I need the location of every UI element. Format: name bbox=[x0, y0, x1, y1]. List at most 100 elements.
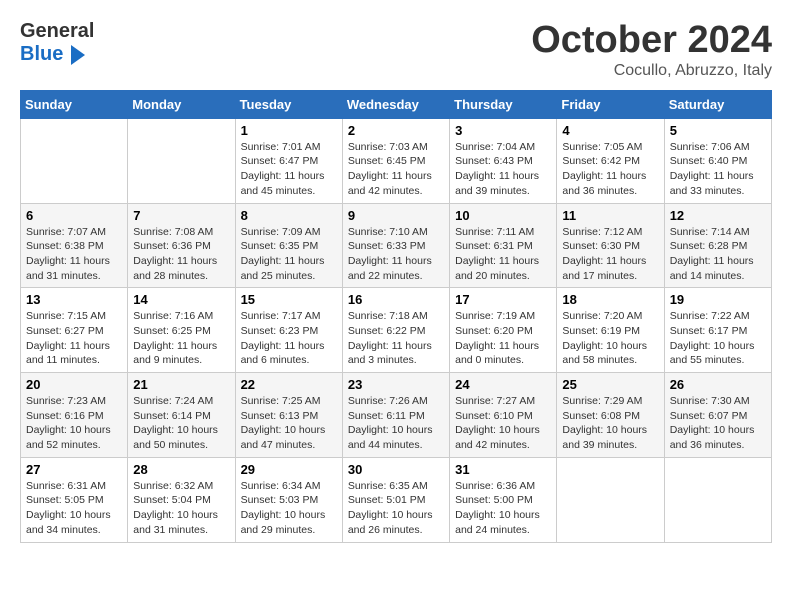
calendar-cell bbox=[21, 118, 128, 203]
location: Cocullo, Abruzzo, Italy bbox=[531, 62, 772, 80]
calendar-cell: 16 Sunrise: 7:18 AM Sunset: 6:22 PM Dayli… bbox=[342, 288, 449, 373]
day-number: 7 bbox=[133, 208, 229, 223]
day-number: 28 bbox=[133, 462, 229, 477]
calendar-cell: 9Sunrise: 7:10 AM Sunset: 6:33 PM Daylig… bbox=[342, 203, 449, 288]
calendar-cell: 4 Sunrise: 7:05 AM Sunset: 6:42 PM Daylig… bbox=[557, 118, 664, 203]
week-row-3: 13 Sunrise: 7:15 AM Sunset: 6:27 PM Dayli… bbox=[21, 288, 772, 373]
day-info: Sunrise: 6:34 AM Sunset: 5:03 PM Dayligh… bbox=[241, 479, 337, 538]
calendar-cell: 10 Sunrise: 7:11 AM Sunset: 6:31 PM Dayli… bbox=[450, 203, 557, 288]
logo-arrow-icon bbox=[71, 45, 85, 65]
day-info: Sunrise: 7:18 AM Sunset: 6:22 PM Dayligh… bbox=[348, 309, 444, 368]
calendar-cell: 20 Sunrise: 7:23 AM Sunset: 6:16 PM Dayli… bbox=[21, 373, 128, 458]
day-number: 4 bbox=[562, 123, 658, 138]
day-info: Sunrise: 7:29 AM Sunset: 6:08 PM Dayligh… bbox=[562, 394, 658, 453]
logo-top: General bbox=[20, 20, 94, 43]
day-number: 22 bbox=[241, 377, 337, 392]
calendar-cell: 17 Sunrise: 7:19 AM Sunset: 6:20 PM Dayli… bbox=[450, 288, 557, 373]
week-row-4: 20 Sunrise: 7:23 AM Sunset: 6:16 PM Dayli… bbox=[21, 373, 772, 458]
calendar-cell: 24 Sunrise: 7:27 AM Sunset: 6:10 PM Dayli… bbox=[450, 373, 557, 458]
day-number: 19 bbox=[670, 292, 766, 307]
calendar-cell: 12Sunrise: 7:14 AM Sunset: 6:28 PM Dayli… bbox=[664, 203, 771, 288]
page-header: General Blue October 2024 Cocullo, Abruz… bbox=[20, 20, 772, 80]
month-title: October 2024 bbox=[531, 20, 772, 62]
day-info: Sunrise: 7:17 AM Sunset: 6:23 PM Dayligh… bbox=[241, 309, 337, 368]
day-info: Sunrise: 7:05 AM Sunset: 6:42 PM Dayligh… bbox=[562, 140, 658, 199]
week-row-2: 6 Sunrise: 7:07 AM Sunset: 6:38 PM Daylig… bbox=[21, 203, 772, 288]
day-info: Sunrise: 7:15 AM Sunset: 6:27 PM Dayligh… bbox=[26, 309, 122, 368]
calendar-cell: 28 Sunrise: 6:32 AM Sunset: 5:04 PM Dayli… bbox=[128, 457, 235, 542]
day-number: 20 bbox=[26, 377, 122, 392]
day-number: 1 bbox=[241, 123, 337, 138]
day-number: 6 bbox=[26, 208, 122, 223]
calendar-cell bbox=[557, 457, 664, 542]
day-info: Sunrise: 7:16 AM Sunset: 6:25 PM Dayligh… bbox=[133, 309, 229, 368]
calendar-cell: 22 Sunrise: 7:25 AM Sunset: 6:13 PM Dayli… bbox=[235, 373, 342, 458]
week-row-1: 1 Sunrise: 7:01 AM Sunset: 6:47 PM Daylig… bbox=[21, 118, 772, 203]
day-number: 17 bbox=[455, 292, 551, 307]
day-info: Sunrise: 7:20 AM Sunset: 6:19 PM Dayligh… bbox=[562, 309, 658, 368]
day-number: 21 bbox=[133, 377, 229, 392]
day-number: 13 bbox=[26, 292, 122, 307]
calendar-cell: 14 Sunrise: 7:16 AM Sunset: 6:25 PM Dayli… bbox=[128, 288, 235, 373]
calendar-cell: 5Sunrise: 7:06 AM Sunset: 6:40 PM Daylig… bbox=[664, 118, 771, 203]
day-info: Sunrise: 7:10 AM Sunset: 6:33 PM Dayligh… bbox=[348, 225, 444, 284]
calendar-cell: 31 Sunrise: 6:36 AM Sunset: 5:00 PM Dayli… bbox=[450, 457, 557, 542]
day-number: 31 bbox=[455, 462, 551, 477]
day-number: 26 bbox=[670, 377, 766, 392]
calendar-cell: 30 Sunrise: 6:35 AM Sunset: 5:01 PM Dayli… bbox=[342, 457, 449, 542]
calendar-cell: 25 Sunrise: 7:29 AM Sunset: 6:08 PM Dayli… bbox=[557, 373, 664, 458]
day-info: Sunrise: 6:36 AM Sunset: 5:00 PM Dayligh… bbox=[455, 479, 551, 538]
calendar-table: SundayMondayTuesdayWednesdayThursdayFrid… bbox=[20, 90, 772, 543]
weekday-tuesday: Tuesday bbox=[235, 90, 342, 118]
logo: General Blue bbox=[20, 20, 94, 66]
calendar-cell: 6 Sunrise: 7:07 AM Sunset: 6:38 PM Daylig… bbox=[21, 203, 128, 288]
day-info: Sunrise: 7:23 AM Sunset: 6:16 PM Dayligh… bbox=[26, 394, 122, 453]
calendar-cell: 19Sunrise: 7:22 AM Sunset: 6:17 PM Dayli… bbox=[664, 288, 771, 373]
day-info: Sunrise: 7:19 AM Sunset: 6:20 PM Dayligh… bbox=[455, 309, 551, 368]
day-number: 8 bbox=[241, 208, 337, 223]
weekday-wednesday: Wednesday bbox=[342, 90, 449, 118]
day-info: Sunrise: 7:01 AM Sunset: 6:47 PM Dayligh… bbox=[241, 140, 337, 199]
day-info: Sunrise: 7:04 AM Sunset: 6:43 PM Dayligh… bbox=[455, 140, 551, 199]
weekday-saturday: Saturday bbox=[664, 90, 771, 118]
day-number: 3 bbox=[455, 123, 551, 138]
day-info: Sunrise: 7:08 AM Sunset: 6:36 PM Dayligh… bbox=[133, 225, 229, 284]
day-number: 18 bbox=[562, 292, 658, 307]
calendar-cell: 11Sunrise: 7:12 AM Sunset: 6:30 PM Dayli… bbox=[557, 203, 664, 288]
calendar-cell: 1 Sunrise: 7:01 AM Sunset: 6:47 PM Daylig… bbox=[235, 118, 342, 203]
day-info: Sunrise: 7:25 AM Sunset: 6:13 PM Dayligh… bbox=[241, 394, 337, 453]
day-number: 2 bbox=[348, 123, 444, 138]
weekday-monday: Monday bbox=[128, 90, 235, 118]
day-info: Sunrise: 7:11 AM Sunset: 6:31 PM Dayligh… bbox=[455, 225, 551, 284]
day-number: 23 bbox=[348, 377, 444, 392]
day-info: Sunrise: 7:27 AM Sunset: 6:10 PM Dayligh… bbox=[455, 394, 551, 453]
calendar-cell: 2Sunrise: 7:03 AM Sunset: 6:45 PM Daylig… bbox=[342, 118, 449, 203]
day-info: Sunrise: 7:30 AM Sunset: 6:07 PM Dayligh… bbox=[670, 394, 766, 453]
day-info: Sunrise: 6:31 AM Sunset: 5:05 PM Dayligh… bbox=[26, 479, 122, 538]
day-info: Sunrise: 7:07 AM Sunset: 6:38 PM Dayligh… bbox=[26, 225, 122, 284]
day-number: 29 bbox=[241, 462, 337, 477]
calendar-cell: 15 Sunrise: 7:17 AM Sunset: 6:23 PM Dayli… bbox=[235, 288, 342, 373]
calendar-cell: 27 Sunrise: 6:31 AM Sunset: 5:05 PM Dayli… bbox=[21, 457, 128, 542]
day-number: 15 bbox=[241, 292, 337, 307]
calendar-cell: 8Sunrise: 7:09 AM Sunset: 6:35 PM Daylig… bbox=[235, 203, 342, 288]
day-number: 10 bbox=[455, 208, 551, 223]
title-block: October 2024 Cocullo, Abruzzo, Italy bbox=[531, 20, 772, 80]
week-row-5: 27 Sunrise: 6:31 AM Sunset: 5:05 PM Dayli… bbox=[21, 457, 772, 542]
day-info: Sunrise: 6:32 AM Sunset: 5:04 PM Dayligh… bbox=[133, 479, 229, 538]
day-number: 24 bbox=[455, 377, 551, 392]
day-number: 14 bbox=[133, 292, 229, 307]
calendar-cell: 7 Sunrise: 7:08 AM Sunset: 6:36 PM Daylig… bbox=[128, 203, 235, 288]
day-number: 25 bbox=[562, 377, 658, 392]
day-number: 12 bbox=[670, 208, 766, 223]
calendar-cell bbox=[664, 457, 771, 542]
day-info: Sunrise: 6:35 AM Sunset: 5:01 PM Dayligh… bbox=[348, 479, 444, 538]
day-number: 27 bbox=[26, 462, 122, 477]
calendar-cell: 23Sunrise: 7:26 AM Sunset: 6:11 PM Dayli… bbox=[342, 373, 449, 458]
calendar-cell: 18 Sunrise: 7:20 AM Sunset: 6:19 PM Dayli… bbox=[557, 288, 664, 373]
day-info: Sunrise: 7:06 AM Sunset: 6:40 PM Dayligh… bbox=[670, 140, 766, 199]
day-number: 30 bbox=[348, 462, 444, 477]
calendar-cell: 21Sunrise: 7:24 AM Sunset: 6:14 PM Dayli… bbox=[128, 373, 235, 458]
day-number: 16 bbox=[348, 292, 444, 307]
weekday-friday: Friday bbox=[557, 90, 664, 118]
